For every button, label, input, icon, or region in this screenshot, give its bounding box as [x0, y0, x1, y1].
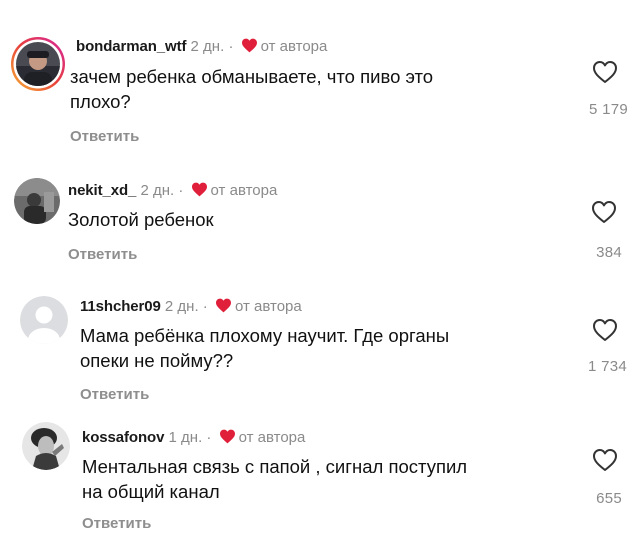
comment-meta: 11shcher09 2 дн. · от автора [80, 298, 302, 318]
author-like-label: от автора [234, 298, 302, 315]
comment-item: 11shcher09 2 дн. · от автора Мама ребёнк… [0, 280, 640, 410]
heart-filled-icon [241, 38, 258, 58]
avatar[interactable] [20, 296, 68, 344]
username[interactable]: 11shcher09 [80, 298, 161, 315]
username[interactable]: kossafonov [82, 429, 164, 446]
separator-dot: · [202, 298, 208, 315]
reply-button[interactable]: Ответить [80, 386, 149, 403]
like-count: 1 734 [587, 358, 627, 375]
avatar[interactable] [10, 36, 66, 92]
comment-time: 2 дн. [190, 38, 225, 55]
heart-outline-icon[interactable] [592, 60, 618, 89]
heart-filled-icon [215, 298, 232, 318]
username[interactable]: bondarman_wtf [76, 38, 186, 55]
heart-outline-icon[interactable] [591, 200, 617, 229]
heart-filled-icon [219, 429, 236, 449]
author-like-label: от автора [238, 429, 306, 446]
separator-dot: · [228, 38, 234, 55]
comment-item: bondarman_wtf 2 дн. · от автора зачем ре… [0, 0, 640, 160]
heart-outline-icon[interactable] [592, 318, 618, 347]
author-like-label: от автора [260, 38, 328, 55]
reply-button[interactable]: Ответить [70, 128, 139, 145]
comment-text: Мама ребёнка плохому научит. Где органы … [80, 325, 450, 371]
like-count: 384 [596, 244, 622, 261]
comment-item: kossafonov 1 дн. · от автора Ментальная … [0, 410, 640, 542]
comment-text: зачем ребенка обманываете, что пиво это … [70, 66, 434, 112]
comment-time: 2 дн. [140, 182, 175, 199]
comment-meta: bondarman_wtf 2 дн. · от автора [76, 38, 327, 58]
comment-text: Золотой ребенок [68, 209, 214, 230]
heart-filled-icon [191, 182, 208, 202]
avatar[interactable] [14, 178, 60, 224]
separator-dot: · [206, 429, 212, 446]
comment-time: 2 дн. [164, 298, 199, 315]
comment-meta: kossafonov 1 дн. · от автора [82, 429, 305, 449]
comment-item: nekit_xd_ 2 дн. · от автора Золотой ребе… [0, 160, 640, 280]
username[interactable]: nekit_xd_ [68, 182, 136, 199]
like-count: 655 [596, 490, 622, 507]
comment-text: Ментальная связь с папой , сигнал поступ… [82, 456, 468, 502]
reply-button[interactable]: Ответить [68, 246, 137, 263]
avatar[interactable] [22, 422, 70, 470]
heart-outline-icon[interactable] [592, 448, 618, 477]
reply-button[interactable]: Ответить [82, 515, 151, 532]
like-count: 5 179 [588, 101, 628, 118]
comment-meta: nekit_xd_ 2 дн. · от автора [68, 182, 277, 202]
separator-dot: · [178, 182, 184, 199]
author-like-label: от автора [210, 182, 278, 199]
comment-time: 1 дн. [168, 429, 203, 446]
